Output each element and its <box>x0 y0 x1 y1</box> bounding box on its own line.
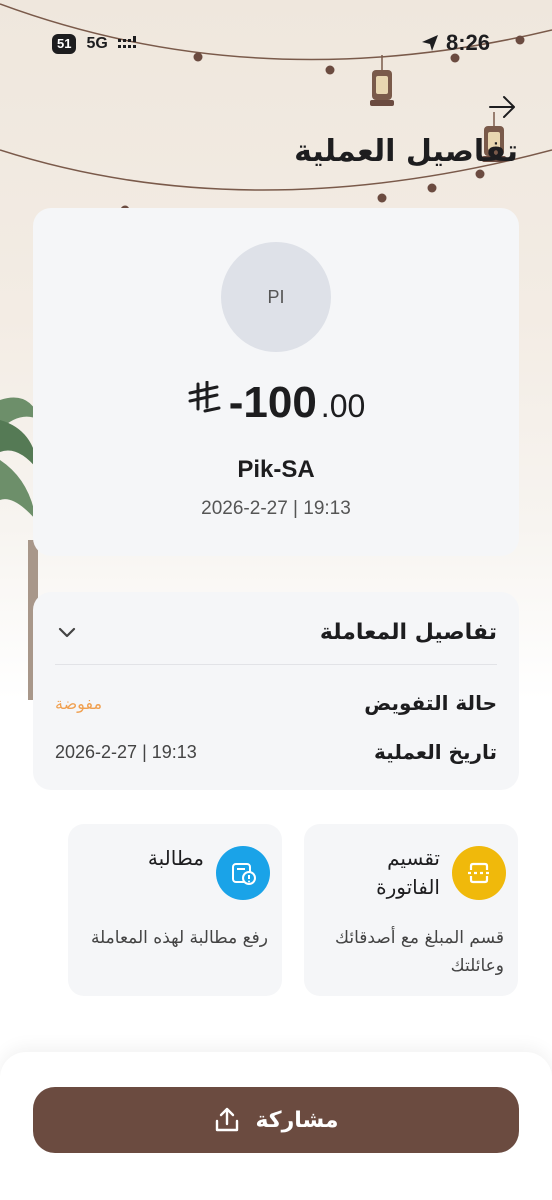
network-type: 5G <box>86 35 108 52</box>
details-header[interactable]: تفاصيل المعاملة <box>55 612 497 652</box>
merchant-name: Pik-SA <box>237 456 315 483</box>
location-arrow-icon <box>421 35 438 51</box>
transaction-details-card: تفاصيل المعاملة مفوضة حالة التفويض 2026-… <box>33 592 519 790</box>
split-bill-title: تقسيم الفاتورة <box>376 846 440 899</box>
claim-description: رفع مطالبة لهذه المعاملة <box>90 928 268 948</box>
claim-card[interactable]: مطالبة رفع مطالبة لهذه المعاملة <box>68 824 282 996</box>
riyal-currency-icon <box>188 381 221 413</box>
signal-icon <box>117 36 136 48</box>
split-bill-description: قسم المبلغ مع أصدقائك وعائلتك <box>335 928 504 976</box>
status-bar: 51 5G 8:26 <box>0 28 552 64</box>
divider <box>55 664 497 665</box>
amount: -100 .00 <box>33 378 519 428</box>
page-title: تفاصيل العملية <box>294 134 518 169</box>
split-bill-card[interactable]: تقسيم الفاتورة قسم المبلغ مع أصدقائك وعا… <box>304 824 518 996</box>
transaction-date-label: تاريخ العملية <box>374 740 497 764</box>
detail-row-authorization: مفوضة حالة التفويض <box>55 688 497 718</box>
authorization-status: مفوضة <box>55 693 103 713</box>
amount-decimals: .00 <box>320 388 366 424</box>
chevron-down-icon[interactable] <box>55 620 79 644</box>
battery-indicator: 51 <box>52 34 77 54</box>
bottom-sheet: مشاركة <box>0 1052 552 1200</box>
clock: 8:26 <box>445 30 490 55</box>
transaction-date-value: 2026-2-27 | 19:13 <box>55 741 197 762</box>
detail-row-date: 2026-2-27 | 19:13 تاريخ العملية <box>55 737 497 767</box>
transaction-datetime: 2026-2-27 | 19:13 <box>201 498 351 519</box>
details-title: تفاصيل المعاملة <box>319 619 497 645</box>
claim-title: مطالبة <box>147 846 204 870</box>
share-icon <box>216 1107 239 1132</box>
avatar: PI <box>221 242 331 352</box>
claim-icon <box>216 846 270 900</box>
authorization-label: حالة التفويض <box>364 691 497 715</box>
transaction-summary-card: PI -100 .00 Pik-SA 2026-2-27 | 19:13 <box>33 208 519 556</box>
amount-integer: -100 <box>228 378 317 427</box>
back-arrow-icon[interactable] <box>488 94 518 120</box>
share-label: مشاركة <box>255 1107 339 1133</box>
share-button[interactable]: مشاركة <box>33 1087 519 1153</box>
split-bill-icon <box>452 846 506 900</box>
